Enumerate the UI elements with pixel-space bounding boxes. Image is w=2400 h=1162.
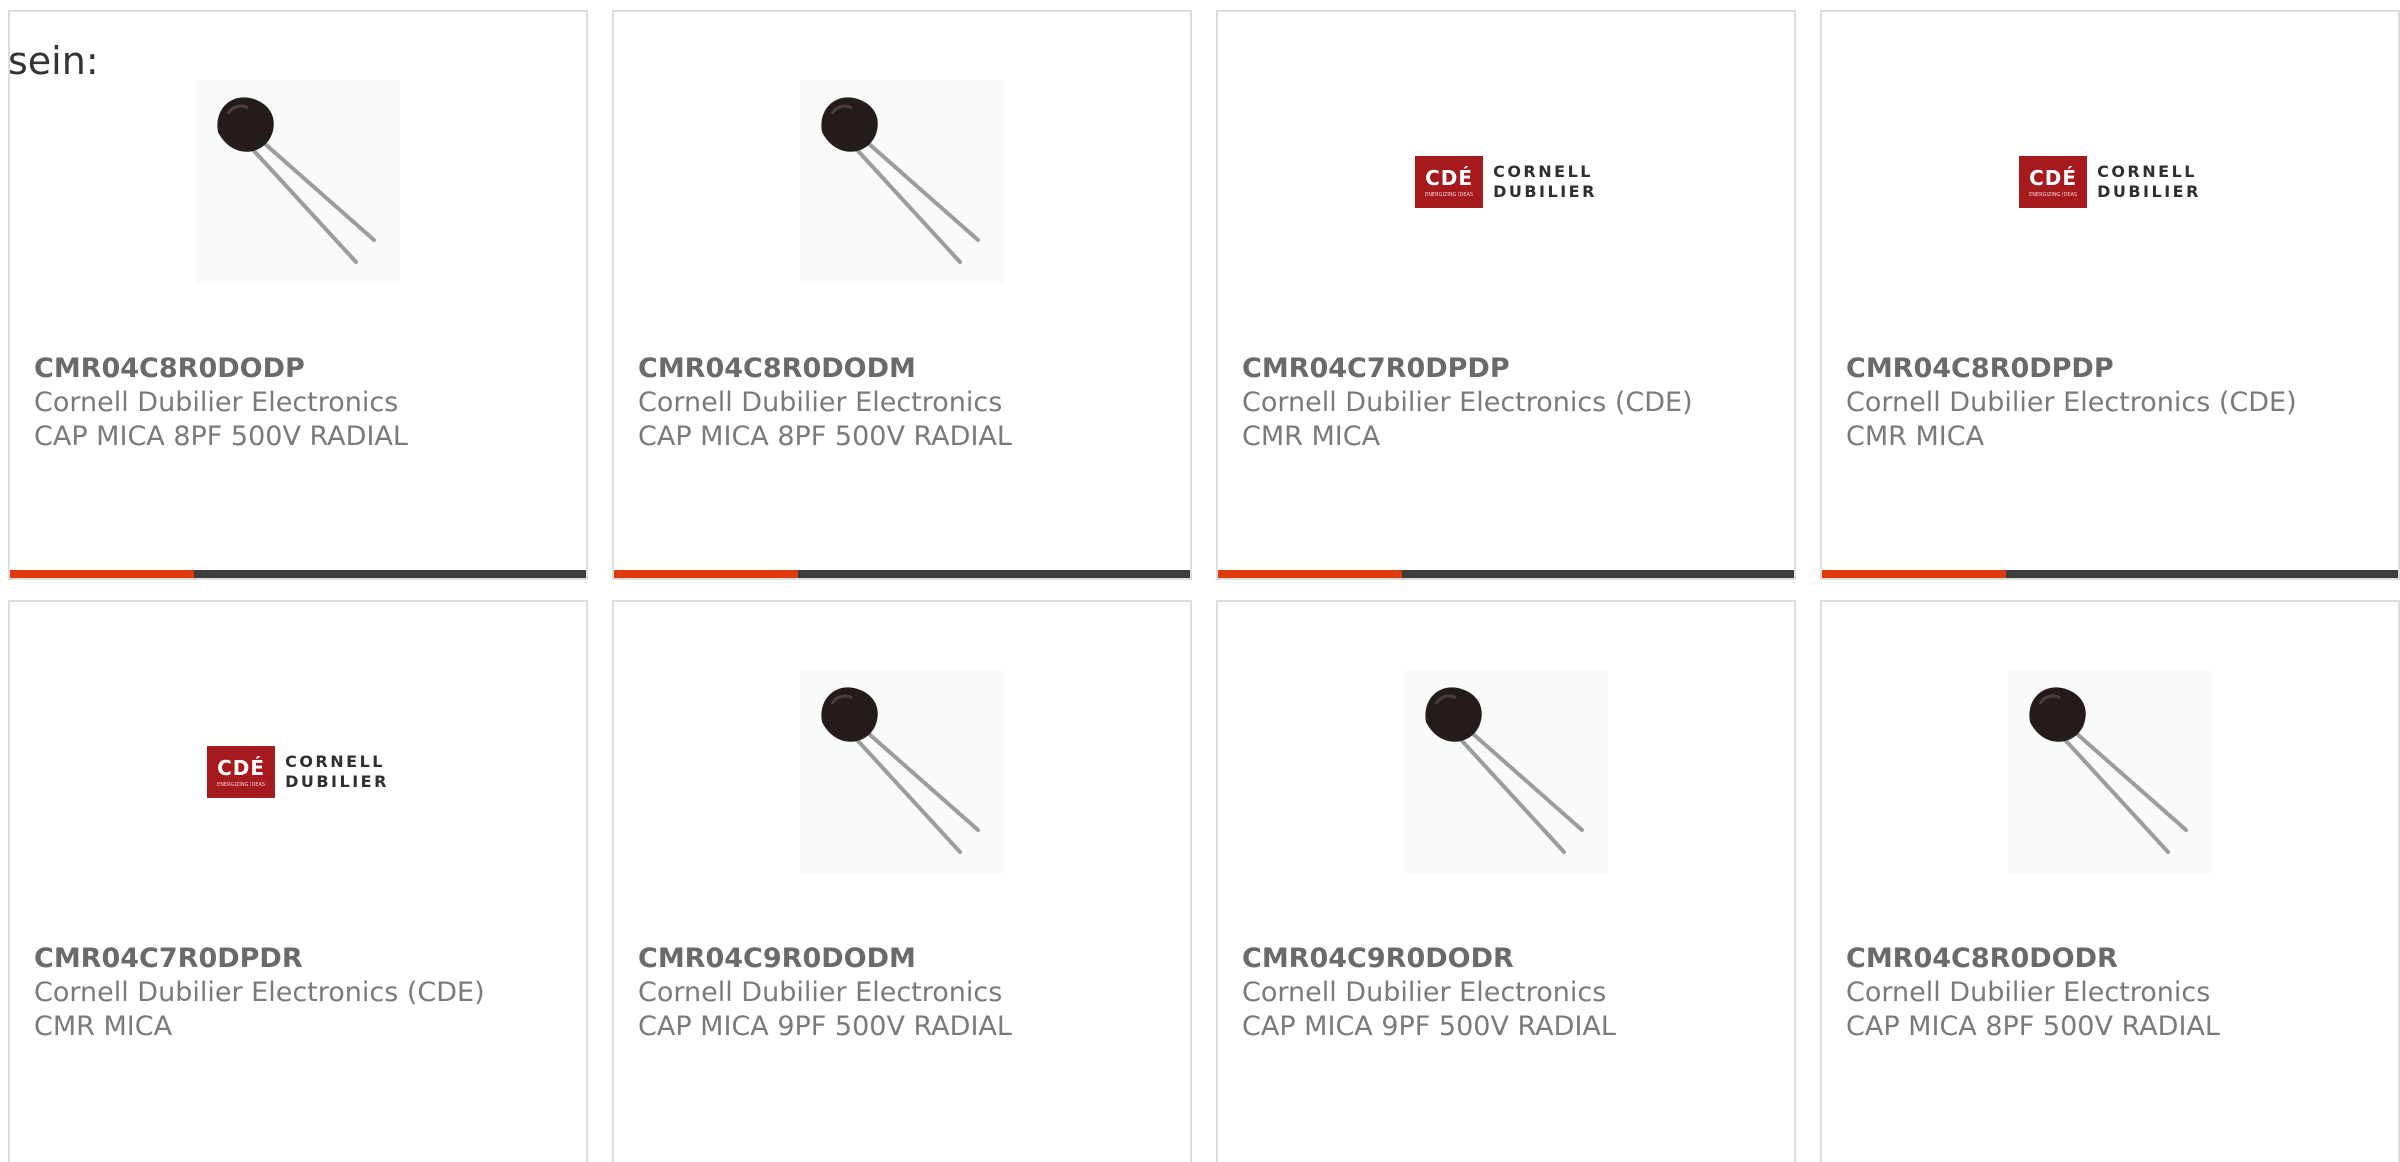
- capacitor-image: [2029, 687, 2188, 854]
- cde-logo-badge: CDÉ ENERGIZING IDEAS: [1415, 156, 1484, 208]
- progress-fill: [1218, 570, 1403, 578]
- product-image[interactable]: CDÉ ENERGIZING IDEAS CORNELL DUBILIER: [2008, 80, 2212, 284]
- part-number-link[interactable]: CMR04C9R0DODM: [638, 942, 1012, 976]
- cde-logo-badge: CDÉ ENERGIZING IDEAS: [2019, 156, 2088, 208]
- description-label: CMR MICA: [34, 1011, 173, 1042]
- manufacturer-label: Cornell Dubilier Electronics: [638, 977, 1003, 1008]
- product-image[interactable]: [800, 670, 1004, 874]
- progress-bar: [1218, 570, 1794, 578]
- progress-bar: [614, 570, 1190, 578]
- product-card[interactable]: CMR04C8R0DODM Cornell Dubilier Electroni…: [612, 10, 1192, 580]
- part-number-link[interactable]: CMR04C7R0DPDR: [34, 942, 485, 976]
- cde-logo: CDÉ ENERGIZING IDEAS CORNELL DUBILIER: [2019, 156, 2201, 208]
- capacitor-image: [821, 97, 980, 264]
- description-label: CAP MICA 9PF 500V RADIAL: [638, 1011, 1012, 1042]
- part-number-link[interactable]: CMR04C8R0DPDP: [1846, 352, 2297, 386]
- part-number-link[interactable]: CMR04C8R0DODM: [638, 352, 1012, 386]
- manufacturer-label: Cornell Dubilier Electronics (CDE): [1242, 387, 1693, 418]
- manufacturer-label: Cornell Dubilier Electronics (CDE): [1846, 387, 2297, 418]
- product-card[interactable]: CMR04C8R0DODP Cornell Dubilier Electroni…: [8, 10, 588, 580]
- product-grid: CMR04C8R0DODP Cornell Dubilier Electroni…: [0, 0, 2400, 1162]
- product-info: CMR04C7R0DPDR Cornell Dubilier Electroni…: [34, 942, 485, 1044]
- capacitor-image: [821, 687, 980, 854]
- description-label: CAP MICA 8PF 500V RADIAL: [1846, 1011, 2220, 1042]
- product-image[interactable]: CDÉ ENERGIZING IDEAS CORNELL DUBILIER: [1404, 80, 1608, 284]
- description-label: CAP MICA 9PF 500V RADIAL: [1242, 1011, 1616, 1042]
- manufacturer-label: Cornell Dubilier Electronics: [1242, 977, 1607, 1008]
- product-info: CMR04C8R0DODR Cornell Dubilier Electroni…: [1846, 942, 2220, 1044]
- manufacturer-label: Cornell Dubilier Electronics (CDE): [34, 977, 485, 1008]
- part-number-link[interactable]: CMR04C8R0DODR: [1846, 942, 2220, 976]
- progress-fill: [1822, 570, 2007, 578]
- manufacturer-label: Cornell Dubilier Electronics: [638, 387, 1003, 418]
- product-image[interactable]: [2008, 670, 2212, 874]
- manufacturer-label: Cornell Dubilier Electronics: [34, 387, 399, 418]
- progress-bar: [1822, 570, 2398, 578]
- description-label: CAP MICA 8PF 500V RADIAL: [34, 421, 408, 452]
- product-image[interactable]: [196, 80, 400, 284]
- product-info: CMR04C9R0DODR Cornell Dubilier Electroni…: [1242, 942, 1616, 1044]
- part-number-link[interactable]: CMR04C8R0DODP: [34, 352, 408, 386]
- product-card[interactable]: CDÉ ENERGIZING IDEAS CORNELL DUBILIER CM…: [8, 600, 588, 1162]
- product-card[interactable]: CDÉ ENERGIZING IDEAS CORNELL DUBILIER CM…: [1820, 10, 2400, 580]
- description-label: CMR MICA: [1846, 421, 1985, 452]
- cde-logo-wordmark: CORNELL DUBILIER: [285, 752, 389, 791]
- capacitor-image: [217, 97, 376, 264]
- part-number-link[interactable]: CMR04C7R0DPDP: [1242, 352, 1693, 386]
- description-label: CAP MICA 8PF 500V RADIAL: [638, 421, 1012, 452]
- product-card[interactable]: CMR04C9R0DODR Cornell Dubilier Electroni…: [1216, 600, 1796, 1162]
- product-image[interactable]: CDÉ ENERGIZING IDEAS CORNELL DUBILIER: [196, 670, 400, 874]
- progress-bar: [10, 570, 586, 578]
- product-card[interactable]: CMR04C9R0DODM Cornell Dubilier Electroni…: [612, 600, 1192, 1162]
- product-card[interactable]: CMR04C8R0DODR Cornell Dubilier Electroni…: [1820, 600, 2400, 1162]
- cde-logo-wordmark: CORNELL DUBILIER: [1493, 162, 1597, 201]
- product-card[interactable]: CDÉ ENERGIZING IDEAS CORNELL DUBILIER CM…: [1216, 10, 1796, 580]
- intro-text: sein:: [8, 39, 99, 83]
- manufacturer-label: Cornell Dubilier Electronics: [1846, 977, 2211, 1008]
- product-info: CMR04C8R0DODP Cornell Dubilier Electroni…: [34, 352, 408, 454]
- product-info: CMR04C8R0DODM Cornell Dubilier Electroni…: [638, 352, 1012, 454]
- product-image[interactable]: [800, 80, 1004, 284]
- cde-logo: CDÉ ENERGIZING IDEAS CORNELL DUBILIER: [207, 746, 389, 798]
- cde-logo-badge: CDÉ ENERGIZING IDEAS: [207, 746, 276, 798]
- product-info: CMR04C7R0DPDP Cornell Dubilier Electroni…: [1242, 352, 1693, 454]
- product-info: CMR04C9R0DODM Cornell Dubilier Electroni…: [638, 942, 1012, 1044]
- cde-logo: CDÉ ENERGIZING IDEAS CORNELL DUBILIER: [1415, 156, 1597, 208]
- description-label: CMR MICA: [1242, 421, 1381, 452]
- product-info: CMR04C8R0DPDP Cornell Dubilier Electroni…: [1846, 352, 2297, 454]
- progress-fill: [10, 570, 195, 578]
- progress-fill: [614, 570, 799, 578]
- capacitor-image: [1425, 687, 1584, 854]
- cde-logo-wordmark: CORNELL DUBILIER: [2097, 162, 2201, 201]
- product-image[interactable]: [1404, 670, 1608, 874]
- part-number-link[interactable]: CMR04C9R0DODR: [1242, 942, 1616, 976]
